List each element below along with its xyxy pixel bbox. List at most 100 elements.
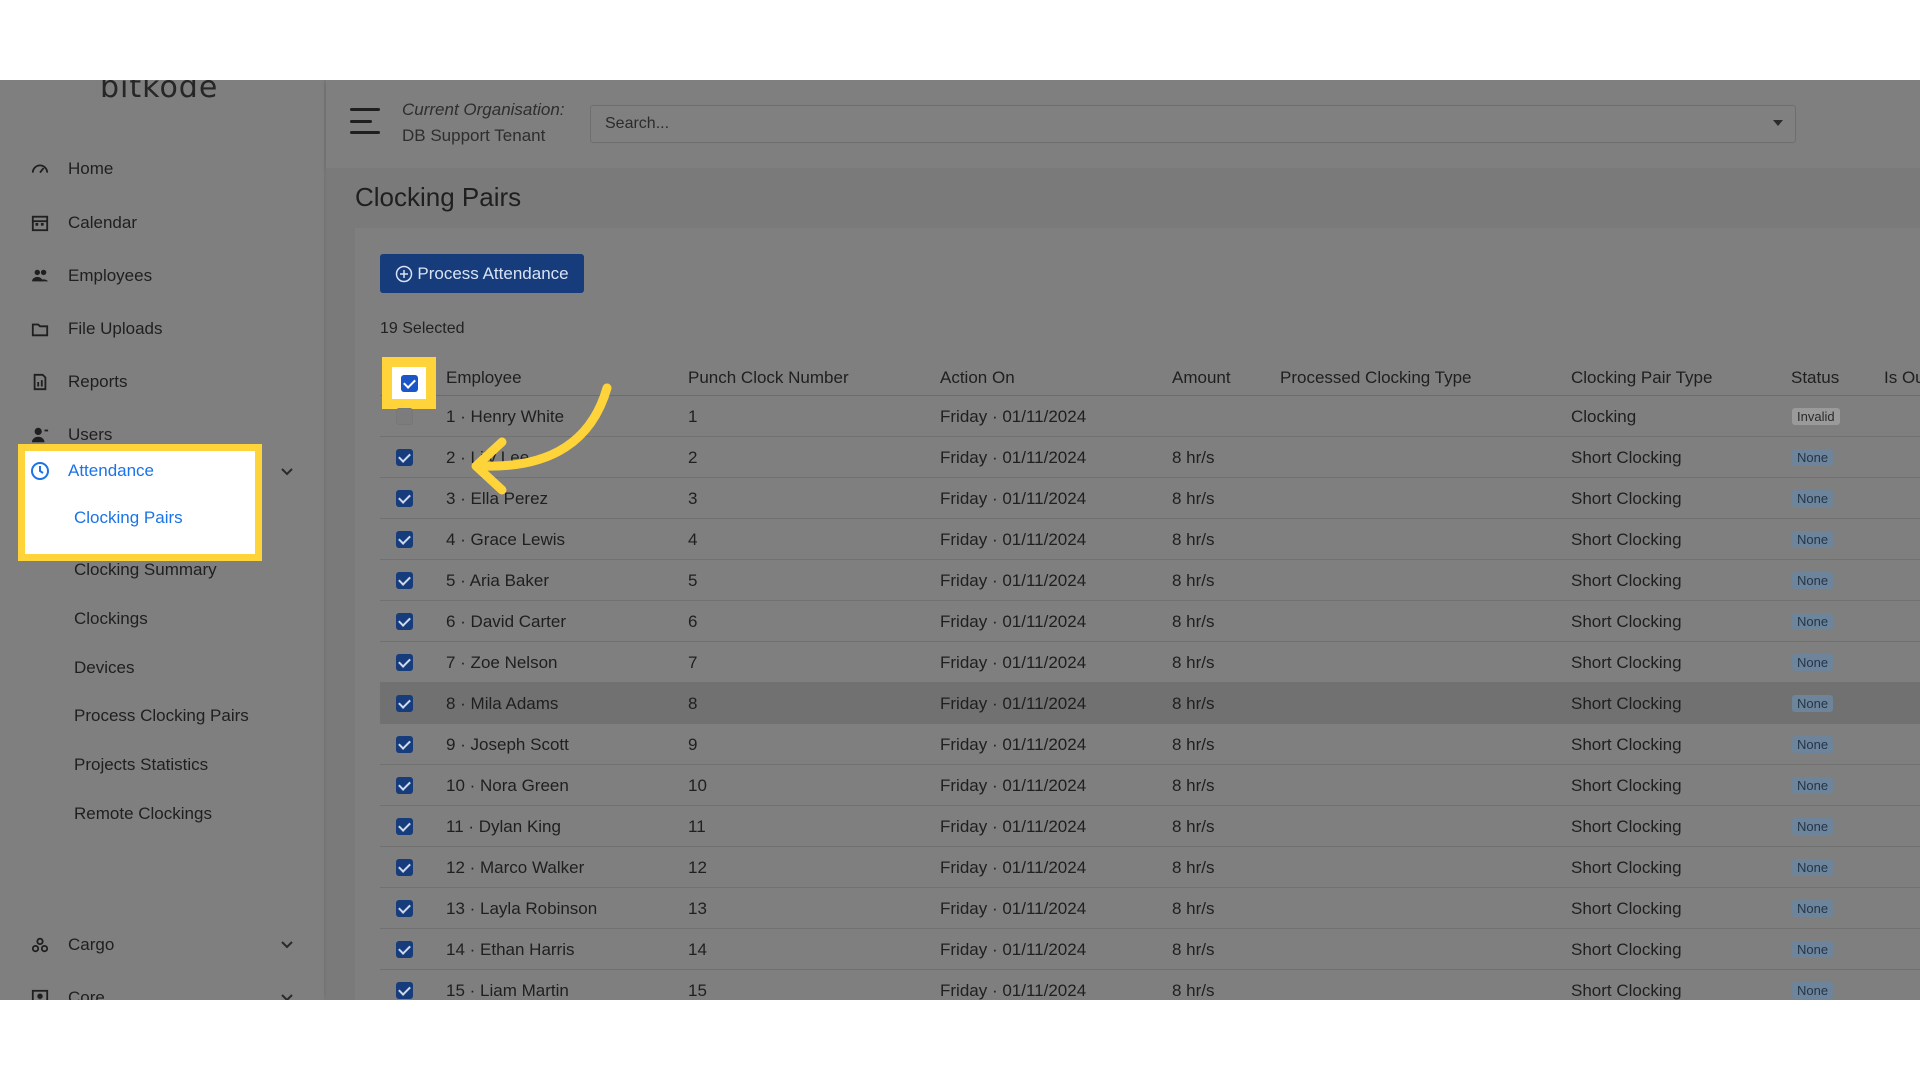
sidebar-subitem-process-clocking-pairs[interactable]: Process Clocking Pairs: [74, 703, 249, 729]
row-checkbox[interactable]: [396, 490, 413, 507]
sidebar-subitem-clocking-summary[interactable]: Clocking Summary: [74, 557, 217, 583]
row-checkbox[interactable]: [396, 736, 413, 753]
cell-employee: 9 · Joseph Scott: [446, 735, 569, 754]
process-attendance-button[interactable]: Process Attendance: [380, 254, 584, 293]
cell-clocking-pair-type: Short Clocking: [1571, 448, 1682, 467]
table-row[interactable]: 4 · Grace Lewis 4 Friday · 01/11/2024 8 hr/…: [380, 519, 1920, 560]
row-checkbox[interactable]: [396, 572, 413, 589]
sidebar-item-label: Core: [68, 988, 105, 1000]
cell-amount: 8 hr/s: [1172, 899, 1215, 918]
col-status[interactable]: Status: [1791, 368, 1839, 388]
caret-down-icon[interactable]: [1773, 120, 1783, 126]
search-input[interactable]: [591, 106, 1751, 142]
table-row[interactable]: 7 · Zoe Nelson 7 Friday · 01/11/2024 8 hr/s…: [380, 642, 1920, 683]
cell-employee: 14 · Ethan Harris: [446, 940, 575, 959]
cell-clocking-pair-type: Short Clocking: [1571, 940, 1682, 959]
cell-punch-clock-number: 13: [688, 899, 707, 918]
organisation-search-select[interactable]: [590, 105, 1796, 143]
sidebar-item-employees[interactable]: Employees: [30, 261, 152, 291]
sidebar-subitem-devices[interactable]: Devices: [74, 655, 134, 681]
status-badge: None: [1792, 982, 1834, 999]
table-row[interactable]: 10 · Nora Green 10 Friday · 01/11/2024 8 hr…: [380, 765, 1920, 806]
sidebar-item-home[interactable]: Home: [30, 154, 113, 184]
cell-clocking-pair-type: Short Clocking: [1571, 981, 1682, 1000]
cell-action-on: Friday · 01/11/2024: [940, 899, 1087, 918]
col-amount[interactable]: Amount: [1172, 368, 1231, 388]
cell-action-on: Friday · 01/11/2024: [940, 530, 1087, 549]
cell-amount: 8 hr/s: [1172, 735, 1215, 754]
cell-punch-clock-number: 10: [688, 776, 707, 795]
chevron-down-icon[interactable]: [280, 938, 294, 952]
row-checkbox[interactable]: [396, 777, 413, 794]
cell-action-on: Friday · 01/11/2024: [940, 612, 1087, 631]
sidebar-item-label: Calendar: [68, 213, 137, 232]
sidebar-item-core[interactable]: Core: [30, 983, 105, 1000]
cell-amount: 8 hr/s: [1172, 571, 1215, 590]
status-badge: None: [1792, 572, 1834, 589]
col-processed-clocking-type[interactable]: Processed Clocking Type: [1280, 368, 1472, 388]
row-checkbox[interactable]: [396, 982, 413, 999]
sidebar-item-cargo[interactable]: Cargo: [30, 930, 114, 960]
cell-employee: 13 · Layla Robinson: [446, 899, 598, 918]
cell-amount: 8 hr/s: [1172, 489, 1215, 508]
cell-action-on: Friday · 01/11/2024: [940, 653, 1087, 672]
sidebar-subitem-clockings[interactable]: Clockings: [74, 606, 148, 632]
cell-action-on: Friday · 01/11/2024: [940, 735, 1087, 754]
chevron-down-icon[interactable]: [280, 465, 294, 479]
sidebar-item-file-uploads[interactable]: File Uploads: [30, 314, 163, 344]
table-row[interactable]: 12 · Marco Walker 12 Friday · 01/11/2024 8 …: [380, 847, 1920, 888]
col-is-out[interactable]: Is Ou: [1884, 368, 1920, 388]
row-checkbox[interactable]: [396, 818, 413, 835]
sidebar-subitem-remote-clockings[interactable]: Remote Clockings: [74, 801, 212, 827]
cell-amount: 8 hr/s: [1172, 940, 1215, 959]
menu-toggle-icon[interactable]: [350, 108, 380, 134]
row-checkbox[interactable]: [396, 900, 413, 917]
select-all-checkbox[interactable]: [401, 375, 418, 392]
col-punch-clock-number[interactable]: Punch Clock Number: [688, 368, 849, 388]
cell-clocking-pair-type: Short Clocking: [1571, 571, 1682, 590]
cell-punch-clock-number: 14: [688, 940, 707, 959]
cell-employee: 10 · Nora Green: [446, 776, 569, 795]
sidebar-item-label: File Uploads: [68, 319, 163, 338]
cell-employee: 8 · Mila Adams: [446, 694, 559, 713]
table-row[interactable]: 11 · Dylan King 11 Friday · 01/11/2024 8 hr…: [380, 806, 1920, 847]
table-row[interactable]: 5 · Aria Baker 5 Friday · 01/11/2024 8 hr/s…: [380, 560, 1920, 601]
table-row[interactable]: 6 · David Carter 6 Friday · 01/11/2024 8 hr…: [380, 601, 1920, 642]
top-bar: Current Organisation: DB Support Tenant: [326, 80, 1920, 168]
cell-punch-clock-number: 12: [688, 858, 707, 877]
row-checkbox[interactable]: [396, 531, 413, 548]
row-checkbox[interactable]: [396, 695, 413, 712]
row-checkbox[interactable]: [396, 408, 413, 425]
table-row[interactable]: 15 · Liam Martin 15 Friday · 01/11/2024 8 h…: [380, 970, 1920, 1000]
row-checkbox[interactable]: [396, 613, 413, 630]
row-checkbox[interactable]: [396, 941, 413, 958]
status-badge: None: [1792, 654, 1834, 671]
sidebar-item-label: Reports: [68, 372, 128, 391]
cargo-icon: [30, 935, 50, 955]
sidebar-subitem-clocking-pairs[interactable]: Clocking Pairs: [74, 508, 183, 528]
col-action-on[interactable]: Action On: [940, 368, 1015, 388]
table-row[interactable]: 8 · Mila Adams 8 Friday · 01/11/2024 8 hr/s…: [380, 683, 1920, 724]
row-checkbox[interactable]: [396, 449, 413, 466]
status-badge: None: [1792, 490, 1834, 507]
sidebar-item-label: Users: [68, 425, 113, 444]
row-checkbox[interactable]: [396, 654, 413, 671]
cell-employee: 6 · David Carter: [446, 612, 566, 631]
cell-punch-clock-number: 2: [688, 448, 698, 467]
cell-action-on: Friday · 01/11/2024: [940, 817, 1087, 836]
sidebar-subitem-projects-statistics[interactable]: Projects Statistics: [74, 752, 208, 778]
chevron-down-icon[interactable]: [280, 991, 294, 1000]
sidebar-item-calendar[interactable]: Calendar: [30, 208, 137, 238]
cell-punch-clock-number: 3: [688, 489, 698, 508]
row-checkbox[interactable]: [396, 859, 413, 876]
sidebar-item-attendance[interactable]: Attendance: [30, 456, 154, 486]
col-clocking-pair-type[interactable]: Clocking Pair Type: [1571, 368, 1712, 388]
app-screen: bitkode Home Calendar Employees File Upl…: [0, 80, 1920, 1000]
cell-clocking-pair-type: Short Clocking: [1571, 489, 1682, 508]
table-row[interactable]: 9 · Joseph Scott 9 Friday · 01/11/2024 8 hr…: [380, 724, 1920, 765]
sidebar-item-reports[interactable]: Reports: [30, 367, 128, 397]
table-row[interactable]: 13 · Layla Robinson 13 Friday · 01/11/2024…: [380, 888, 1920, 929]
cell-clocking-pair-type: Short Clocking: [1571, 735, 1682, 754]
table-row[interactable]: 14 · Ethan Harris 14 Friday · 01/11/2024 8 …: [380, 929, 1920, 970]
sidebar-item-label: Cargo: [68, 935, 115, 954]
